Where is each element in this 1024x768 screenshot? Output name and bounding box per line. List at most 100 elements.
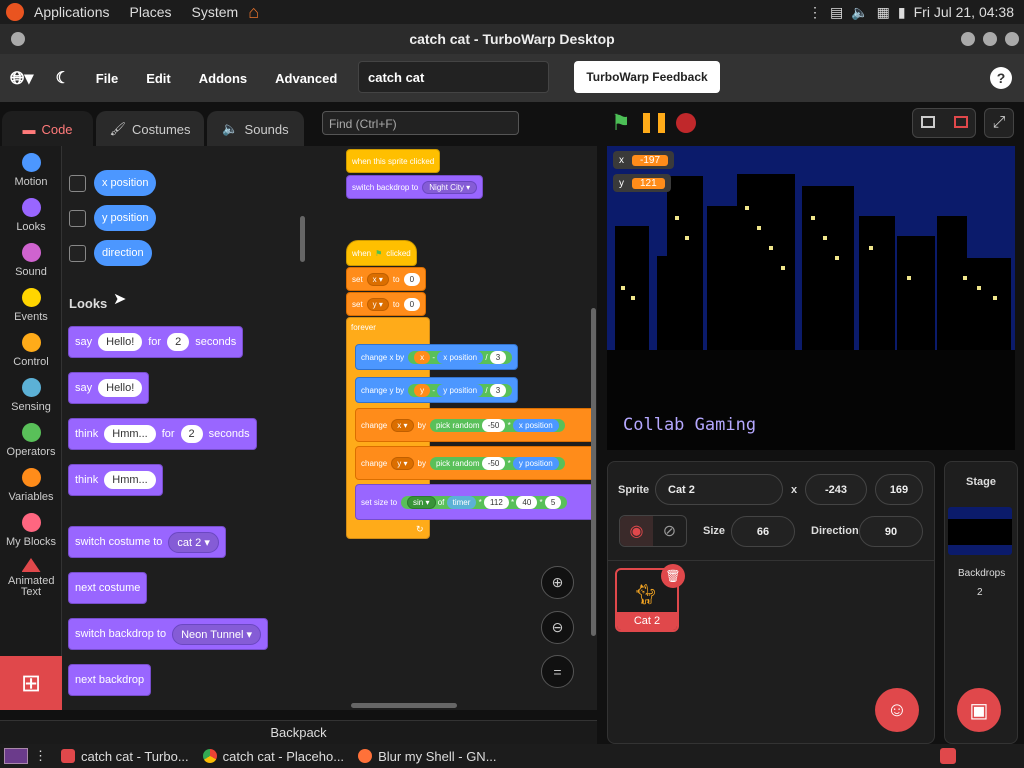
category-events[interactable]: Events	[0, 288, 62, 323]
sprite-direction-input[interactable]: 90	[859, 516, 923, 547]
pause-icon[interactable]	[643, 113, 665, 133]
next-costume-block[interactable]: next costume	[68, 572, 148, 604]
variable-dropdown[interactable]: y ▾	[366, 297, 389, 311]
taskbar-item-chrome[interactable]: catch cat - Placeho...	[202, 749, 344, 764]
y-position-reporter[interactable]: y position	[512, 456, 559, 470]
window-menu-button[interactable]	[11, 32, 25, 46]
clock[interactable]: Fri Jul 21, 04:38	[914, 4, 1014, 20]
block-input[interactable]: Hmm...	[104, 425, 156, 443]
palette-scrollbar[interactable]	[300, 216, 305, 262]
taskbar-item-turbowarp[interactable]: catch cat - Turbo...	[61, 749, 189, 764]
sprite-y-input[interactable]: 169	[875, 474, 923, 505]
minimize-button[interactable]	[961, 32, 975, 46]
when-flag-clicked-block[interactable]: when ⚑ clicked	[346, 240, 417, 266]
fullscreen-button[interactable]: ⤢	[984, 108, 1014, 138]
add-extension-button[interactable]: ⊞	[0, 656, 62, 710]
large-stage-icon[interactable]	[954, 116, 968, 128]
block-input[interactable]: 112	[484, 495, 509, 509]
scripts-vertical-scrollbar[interactable]	[591, 308, 596, 636]
function-dropdown[interactable]: sin ▾	[407, 495, 436, 509]
block-input[interactable]: 0	[403, 272, 421, 286]
x-position-reporter[interactable]: x position	[437, 350, 484, 364]
tray-turbowarp-icon[interactable]	[940, 748, 956, 764]
backpack-bar[interactable]: Backpack	[0, 720, 597, 744]
ubuntu-logo-icon[interactable]	[6, 3, 24, 21]
variable-dropdown[interactable]: y ▾	[391, 456, 414, 470]
language-globe-icon[interactable]: 🌐︎▾	[10, 68, 33, 89]
block-input[interactable]: 2	[167, 333, 190, 351]
theme-moon-icon[interactable]: ☾	[55, 68, 69, 88]
maximize-button[interactable]	[983, 32, 997, 46]
set-x-block[interactable]: set x ▾ to 0	[346, 267, 427, 291]
green-flag-icon[interactable]: ⚑	[611, 110, 631, 136]
direction-reporter[interactable]: direction	[94, 240, 152, 266]
keyboard-icon[interactable]: ▦	[877, 4, 890, 21]
block-input[interactable]: Hello!	[98, 333, 143, 351]
network-icon[interactable]: ▤	[830, 4, 843, 21]
switch-backdrop-block[interactable]: switch backdrop to Neon Tunnel ▾	[68, 618, 269, 650]
y-variable-monitor[interactable]: y 121	[613, 174, 671, 192]
change-x-by-block[interactable]: change x by x - x position / 3	[355, 344, 519, 370]
delete-sprite-button[interactable]: 🗑︎	[661, 564, 685, 588]
sprite-x-input[interactable]: -243	[805, 474, 867, 505]
set-y-block[interactable]: set y ▾ to 0	[346, 292, 427, 316]
category-my-blocks[interactable]: My Blocks	[0, 513, 62, 548]
next-backdrop-block[interactable]: next backdrop	[68, 664, 152, 696]
y-position-reporter[interactable]: y position	[94, 205, 157, 231]
home-folder-icon[interactable]: ⌂	[248, 2, 259, 23]
backdrop-dropdown[interactable]: Neon Tunnel ▾	[172, 623, 262, 645]
change-y-by-block[interactable]: change y by y - y position / 3	[355, 377, 519, 403]
category-operators[interactable]: Operators	[0, 423, 62, 458]
say-block[interactable]: say Hello!	[68, 372, 150, 404]
battery-icon[interactable]: ▮	[898, 4, 906, 21]
sprite-name-input[interactable]: Cat 2	[655, 474, 783, 505]
x-position-reporter[interactable]: x position	[512, 418, 559, 432]
scripts-horizontal-scrollbar[interactable]	[351, 703, 457, 708]
more-options-icon[interactable]: ⋮	[808, 4, 822, 21]
menu-file[interactable]: File	[96, 71, 118, 86]
variable-reporter[interactable]: y	[414, 383, 431, 397]
switch-costume-block[interactable]: switch costume to cat 2 ▾	[68, 526, 226, 558]
change-y-variable-block[interactable]: change y ▾ by pick random -50 * y positi…	[355, 446, 595, 480]
tab-sounds[interactable]: 🔈 Sounds	[207, 111, 304, 147]
tab-code[interactable]: ▬ Code	[2, 111, 93, 147]
block-input[interactable]: Hello!	[98, 379, 143, 397]
find-input[interactable]: Find (Ctrl+F)	[322, 111, 519, 135]
zoom-in-button[interactable]: ⊕	[541, 566, 574, 599]
variable-dropdown[interactable]: x ▾	[366, 272, 389, 286]
menu-advanced[interactable]: Advanced	[275, 71, 337, 86]
add-sprite-button[interactable]: ☺	[875, 688, 919, 732]
add-backdrop-button[interactable]: ▣	[957, 688, 1001, 732]
when-sprite-clicked-block[interactable]: when this sprite clicked	[346, 149, 441, 173]
x-position-checkbox[interactable]	[69, 175, 86, 192]
switch-backdrop-script-block[interactable]: switch backdrop to Night City ▾	[346, 175, 484, 199]
menu-edit[interactable]: Edit	[146, 71, 171, 86]
block-input[interactable]: -50	[481, 456, 506, 470]
tab-costumes[interactable]: 🖌︎ Costumes	[96, 111, 204, 147]
category-variables[interactable]: Variables	[0, 468, 62, 503]
category-sound[interactable]: Sound	[0, 243, 62, 278]
say-for-block[interactable]: say Hello! for 2 seconds	[68, 326, 244, 358]
block-input[interactable]: -50	[481, 418, 506, 432]
volume-icon[interactable]: 🔈	[851, 4, 868, 21]
x-variable-monitor[interactable]: x -197	[613, 151, 675, 169]
block-input[interactable]: Hmm...	[104, 471, 156, 489]
help-icon[interactable]: ?	[990, 67, 1012, 89]
change-x-variable-block[interactable]: change x ▾ by pick random -50 * x positi…	[355, 408, 595, 442]
think-for-block[interactable]: think Hmm... for 2 seconds	[68, 418, 257, 450]
y-position-checkbox[interactable]	[69, 210, 86, 227]
zoom-out-button[interactable]: ⊖	[541, 611, 574, 644]
category-control[interactable]: Control	[0, 333, 62, 368]
menu-addons[interactable]: Addons	[199, 71, 247, 86]
small-stage-icon[interactable]	[921, 116, 935, 128]
block-input[interactable]: 5	[544, 495, 562, 509]
variable-dropdown[interactable]: x ▾	[391, 418, 414, 432]
block-input[interactable]: 3	[489, 383, 507, 397]
block-input[interactable]: 0	[403, 297, 421, 311]
zoom-reset-button[interactable]: =	[541, 655, 574, 688]
system-menu[interactable]: System	[192, 4, 239, 20]
math-operator[interactable]: sin ▾ of timer * 112 * 40 * 5	[401, 495, 568, 509]
subtract-operator[interactable]: x - x position / 3	[408, 350, 513, 364]
stage-backdrop-thumbnail[interactable]	[948, 507, 1012, 555]
stop-icon[interactable]	[676, 113, 696, 133]
